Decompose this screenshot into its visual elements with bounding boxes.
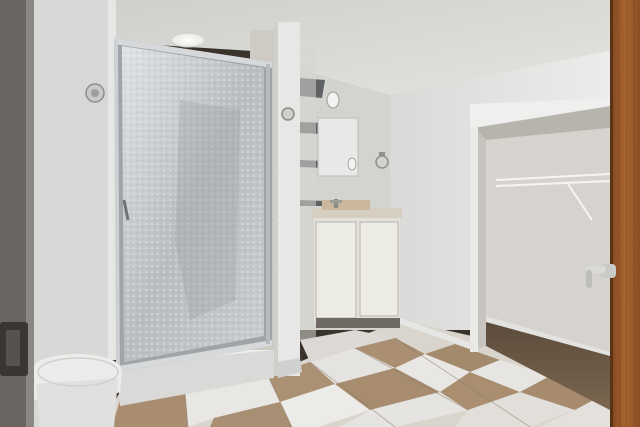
vanity-door-right[interactable] — [359, 221, 399, 317]
vanity-cabinet[interactable] — [312, 199, 402, 328]
frosted-glass-door[interactable] — [114, 38, 272, 373]
toilet — [34, 354, 122, 427]
ceiling-light — [170, 32, 206, 48]
left-door-frame — [0, 0, 34, 427]
bathroom-photo — [0, 0, 640, 427]
vanity-door-left[interactable] — [315, 221, 357, 319]
towel-ring — [281, 107, 295, 121]
